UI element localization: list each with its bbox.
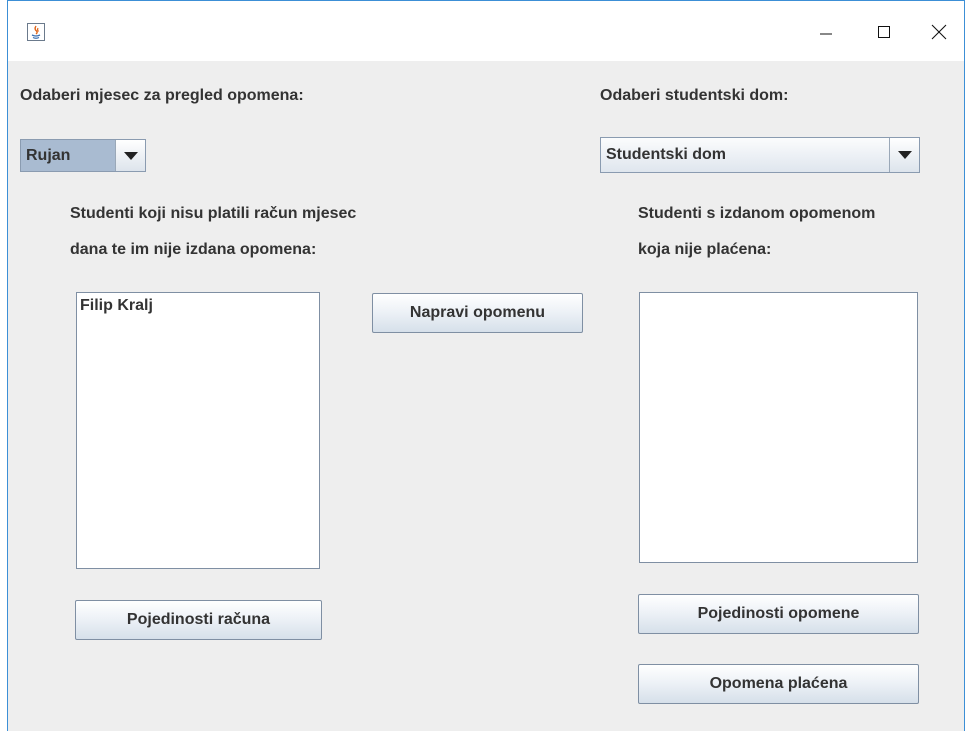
minimize-button[interactable] — [803, 14, 849, 54]
title-bar — [8, 1, 964, 61]
warning-details-button[interactable]: Pojedinosti opomene — [638, 594, 919, 634]
list-item[interactable]: Filip Kralj — [80, 297, 316, 315]
create-warning-button[interactable]: Napravi opomenu — [372, 293, 583, 333]
maximize-icon — [876, 24, 892, 45]
unpaid-list-heading-line2: dana te im nije izdana opomena: — [70, 241, 317, 258]
java-icon — [27, 23, 45, 41]
close-icon — [930, 23, 948, 46]
warned-list-heading-line1: Studenti s izdanom opomenom — [638, 205, 876, 222]
maximize-button[interactable] — [861, 14, 907, 54]
app-window: Odaberi mjesec za pregled opomena: Rujan… — [7, 0, 965, 731]
month-label: Odaberi mjesec za pregled opomena: — [20, 87, 304, 104]
close-button[interactable] — [916, 14, 962, 54]
dorm-selected-value: Studentski dom — [606, 146, 727, 163]
chevron-down-icon[interactable] — [115, 140, 145, 171]
invoice-details-button[interactable]: Pojedinosti računa — [75, 600, 322, 640]
month-selected-value: Rujan — [21, 140, 115, 171]
warned-students-list[interactable] — [639, 292, 918, 563]
warned-list-heading-line2: koja nije plaćena: — [638, 241, 772, 258]
dorm-label: Odaberi studentski dom: — [600, 87, 789, 104]
month-combobox[interactable]: Rujan — [20, 139, 146, 172]
unpaid-list-heading-line1: Studenti koji nisu platili račun mjesec — [70, 205, 357, 222]
minimize-icon — [818, 24, 834, 45]
dorm-combobox[interactable]: Studentski dom — [600, 137, 920, 173]
unpaid-students-list[interactable]: Filip Kralj — [76, 292, 320, 569]
chevron-down-icon[interactable] — [889, 138, 919, 172]
warning-paid-button[interactable]: Opomena plaćena — [638, 664, 919, 704]
